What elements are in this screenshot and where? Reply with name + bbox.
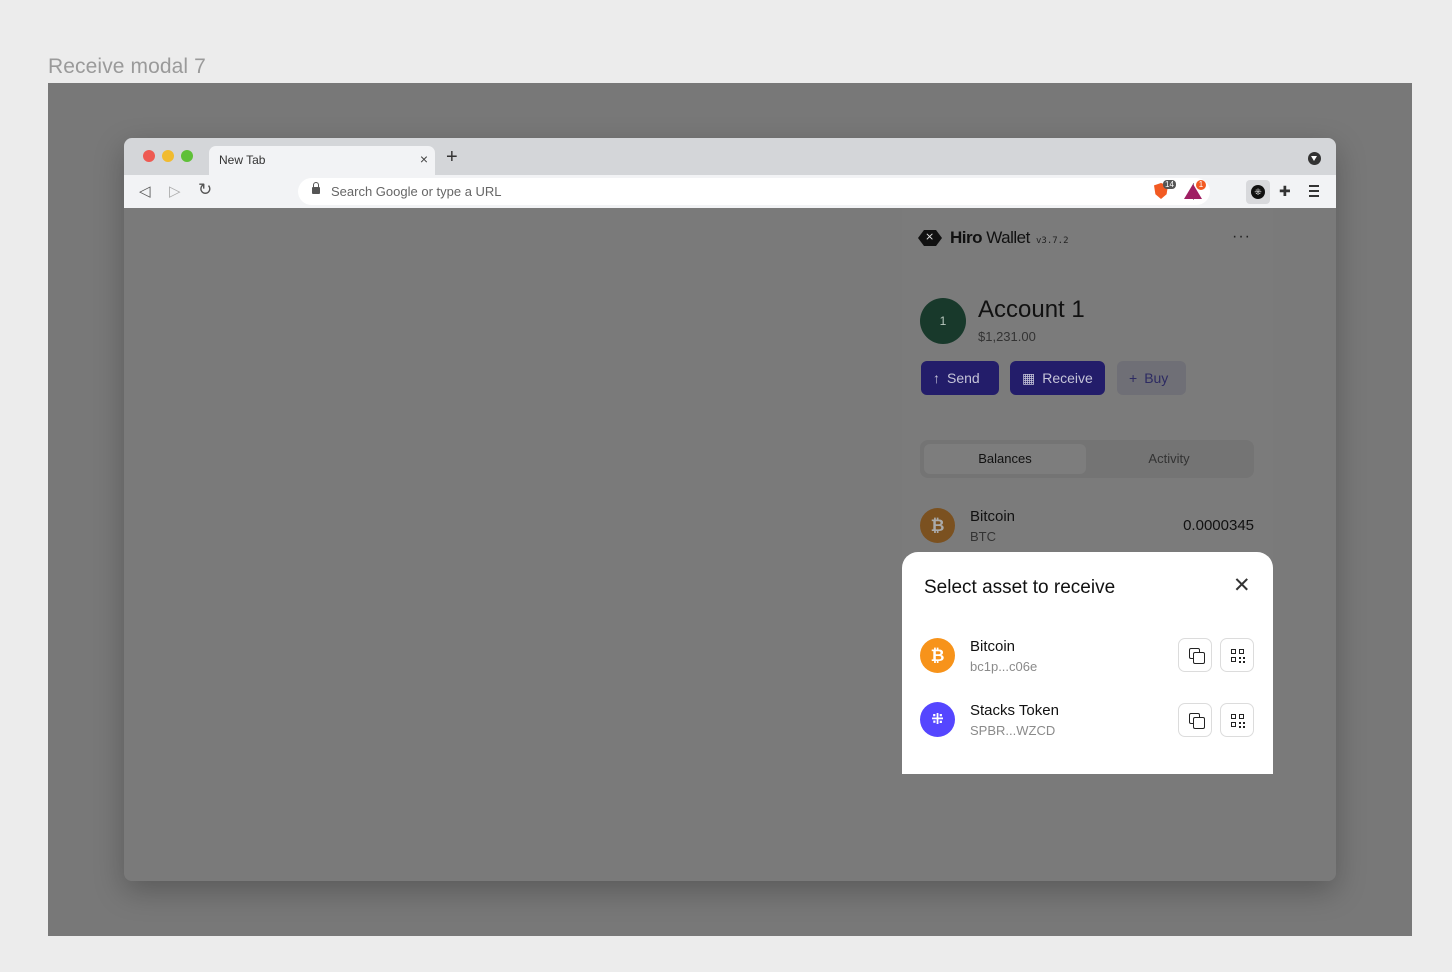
arrow-up-icon: ↑ bbox=[933, 370, 940, 386]
extensions-puzzle-icon[interactable]: ✚ bbox=[1279, 183, 1291, 200]
qr-code-icon bbox=[1231, 714, 1245, 728]
tab-new-tab[interactable]: New Tab × bbox=[209, 146, 435, 175]
show-qr-button[interactable] bbox=[1220, 638, 1254, 672]
tab-title: New Tab bbox=[219, 153, 266, 167]
address-bar[interactable]: Search Google or type a URL bbox=[298, 178, 1210, 205]
asset-address: SPBR...WZCD bbox=[970, 723, 1056, 738]
receive-button[interactable]: ▦ Receive bbox=[1010, 361, 1105, 395]
hiro-logo-icon bbox=[918, 230, 942, 246]
close-icon[interactable]: ✕ bbox=[1233, 575, 1251, 596]
minimize-window-button[interactable] bbox=[162, 150, 174, 162]
plus-icon: + bbox=[1129, 370, 1138, 386]
brave-rewards-count: 1 bbox=[1196, 180, 1206, 190]
buy-button[interactable]: + Buy bbox=[1117, 361, 1186, 395]
maximize-window-button[interactable] bbox=[181, 150, 193, 162]
more-options-icon[interactable]: ··· bbox=[1232, 228, 1251, 246]
back-button[interactable]: ◁ bbox=[139, 182, 151, 200]
show-qr-button[interactable] bbox=[1220, 703, 1254, 737]
reload-button[interactable]: ↻ bbox=[198, 180, 212, 200]
brave-shields-icon[interactable]: 14 bbox=[1154, 180, 1176, 200]
buy-label: Buy bbox=[1144, 370, 1169, 386]
forward-button[interactable]: ▷ bbox=[169, 182, 181, 200]
tab-bar: New Tab × + bbox=[124, 138, 1336, 175]
stacks-icon: ⁜ bbox=[920, 702, 955, 737]
qr-code-icon: ▦ bbox=[1022, 370, 1036, 386]
balances-activity-tabs: Balances Activity bbox=[920, 440, 1254, 478]
send-button[interactable]: ↑ Send bbox=[921, 361, 999, 395]
receive-label: Receive bbox=[1042, 370, 1093, 386]
asset-name: Stacks Token bbox=[970, 702, 1059, 719]
receive-modal: Select asset to receive ✕ ₿ Bitcoin bc1p… bbox=[902, 552, 1273, 774]
account-balance: $1,231.00 bbox=[978, 329, 1036, 344]
balance-asset-name: Bitcoin bbox=[970, 508, 1016, 525]
bitcoin-icon: ₿ bbox=[920, 508, 955, 543]
browser-toolbar: ◁ ▷ ↻ Search Google or type a URL 14 1 ⁜… bbox=[124, 175, 1336, 208]
modal-title: Select asset to receive bbox=[924, 577, 1116, 598]
send-label: Send bbox=[947, 370, 980, 386]
tab-balances[interactable]: Balances bbox=[924, 444, 1086, 474]
copy-address-button[interactable] bbox=[1178, 703, 1212, 737]
profile-menu-icon[interactable] bbox=[1308, 152, 1321, 165]
qr-code-icon bbox=[1231, 649, 1245, 663]
account-name: Account 1 bbox=[978, 296, 1085, 323]
asset-address: bc1p...c06e bbox=[970, 659, 1038, 674]
browser-menu-icon[interactable] bbox=[1309, 182, 1319, 200]
lock-icon bbox=[312, 182, 320, 194]
copy-icon bbox=[1189, 713, 1205, 729]
wallet-brand: Hiro Wallet bbox=[950, 228, 1030, 247]
wallet-version: v3.7.2 bbox=[1036, 236, 1069, 246]
copy-icon bbox=[1189, 648, 1205, 664]
new-tab-button[interactable]: + bbox=[446, 146, 458, 169]
copy-address-button[interactable] bbox=[1178, 638, 1212, 672]
close-window-button[interactable] bbox=[143, 150, 155, 162]
balance-asset-amount: 0.0000345 bbox=[1183, 517, 1254, 534]
address-bar-placeholder: Search Google or type a URL bbox=[331, 184, 502, 199]
brave-rewards-icon[interactable]: 1 bbox=[1184, 180, 1206, 200]
balance-asset-symbol: BTC bbox=[970, 529, 996, 544]
tab-close-icon[interactable]: × bbox=[420, 151, 428, 167]
bitcoin-icon: ₿ bbox=[920, 638, 955, 673]
frame-title: Receive modal 7 bbox=[48, 55, 206, 78]
account-avatar: 1 bbox=[920, 298, 966, 344]
asset-name: Bitcoin bbox=[970, 638, 1016, 655]
hiro-wallet-extension-icon[interactable]: ⁜ bbox=[1246, 180, 1270, 204]
brave-shields-count: 14 bbox=[1163, 180, 1176, 189]
tab-activity[interactable]: Activity bbox=[1088, 444, 1250, 474]
